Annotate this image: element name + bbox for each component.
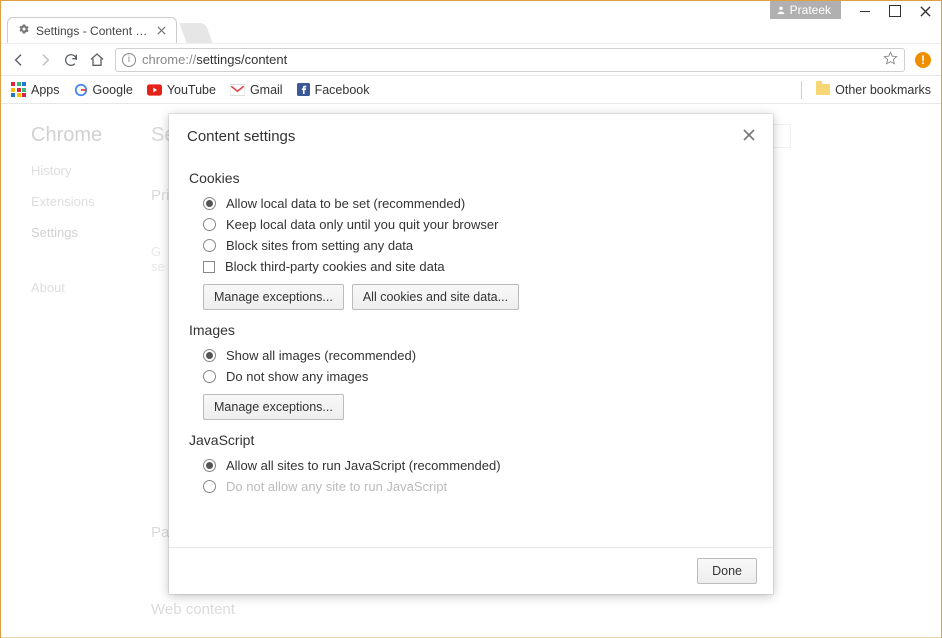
tab-strip: Settings - Content settin	[7, 17, 209, 43]
other-bookmarks[interactable]: Other bookmarks	[816, 83, 931, 97]
star-icon	[883, 51, 898, 66]
site-info-icon[interactable]: i	[122, 53, 136, 67]
tab-title: Settings - Content settin	[36, 24, 151, 38]
tab-close-button[interactable]	[157, 24, 166, 38]
alert-badge-icon[interactable]: !	[915, 52, 931, 68]
cookies-all-data-button[interactable]: All cookies and site data...	[352, 284, 519, 310]
cookies-heading: Cookies	[189, 170, 753, 186]
bookmarks-separator	[801, 81, 802, 99]
dialog-title: Content settings	[187, 128, 295, 145]
radio-icon	[203, 349, 216, 362]
javascript-heading: JavaScript	[189, 432, 753, 448]
radio-icon	[203, 239, 216, 252]
google-icon	[74, 83, 88, 97]
dialog-body[interactable]: Cookies Allow local data to be set (reco…	[169, 151, 773, 547]
bookmark-gmail[interactable]: Gmail	[230, 83, 283, 97]
section-javascript: JavaScript Allow all sites to run JavaSc…	[189, 432, 753, 494]
window-titlebar: Prateek Settings - Content settin	[1, 1, 941, 43]
arrow-right-icon	[37, 52, 53, 68]
radio-icon	[203, 459, 216, 472]
close-icon	[157, 26, 166, 35]
images-heading: Images	[189, 322, 753, 338]
address-bar[interactable]: i chrome://settings/content	[115, 48, 905, 72]
reload-button[interactable]	[63, 52, 79, 68]
modal-overlay: Content settings Cookies Allow local dat…	[1, 104, 941, 638]
cookies-radio-allow[interactable]: Allow local data to be set (recommended)	[203, 196, 753, 211]
images-manage-exceptions-button[interactable]: Manage exceptions...	[203, 394, 344, 420]
tab-settings-content[interactable]: Settings - Content settin	[7, 17, 177, 43]
apps-grid-icon	[11, 82, 26, 97]
bookmark-star-button[interactable]	[883, 51, 898, 69]
arrow-left-icon	[11, 52, 27, 68]
bookmark-facebook[interactable]: Facebook	[297, 83, 370, 97]
new-tab-button[interactable]	[179, 23, 212, 43]
profile-name: Prateek	[790, 3, 831, 17]
radio-icon	[203, 197, 216, 210]
forward-button[interactable]	[37, 52, 53, 68]
dialog-header: Content settings	[169, 114, 773, 151]
facebook-icon	[297, 83, 310, 96]
cookies-radio-keep-until-quit[interactable]: Keep local data only until you quit your…	[203, 217, 753, 232]
bookmarks-bar: Apps Google YouTube Gmail Facebook Other…	[1, 76, 941, 104]
javascript-radio-block[interactable]: Do not allow any site to run JavaScript	[203, 479, 753, 494]
bookmark-youtube[interactable]: YouTube	[147, 83, 216, 97]
radio-icon	[203, 370, 216, 383]
cookies-radio-block[interactable]: Block sites from setting any data	[203, 238, 753, 253]
url-text: chrome://settings/content	[142, 52, 877, 67]
close-icon	[920, 6, 931, 17]
close-window-button[interactable]	[919, 5, 931, 17]
radio-icon	[203, 480, 216, 493]
images-radio-hide[interactable]: Do not show any images	[203, 369, 753, 384]
radio-icon	[203, 218, 216, 231]
section-cookies: Cookies Allow local data to be set (reco…	[189, 170, 753, 310]
home-icon	[89, 52, 105, 68]
reload-icon	[63, 52, 79, 68]
content-area: Chrome History Extensions Settings About…	[1, 104, 941, 638]
dialog-footer: Done	[169, 547, 773, 594]
done-button[interactable]: Done	[697, 558, 757, 584]
user-icon	[776, 5, 786, 15]
images-radio-show[interactable]: Show all images (recommended)	[203, 348, 753, 363]
cookies-checkbox-block-thirdparty[interactable]: Block third-party cookies and site data	[203, 259, 753, 274]
content-settings-dialog: Content settings Cookies Allow local dat…	[169, 114, 773, 594]
close-icon	[743, 129, 755, 141]
folder-icon	[816, 84, 830, 95]
apps-label: Apps	[31, 83, 60, 97]
youtube-icon	[147, 84, 162, 96]
bookmark-google[interactable]: Google	[74, 83, 133, 97]
profile-chip[interactable]: Prateek	[770, 1, 841, 19]
back-button[interactable]	[11, 52, 27, 68]
maximize-button[interactable]	[889, 5, 901, 17]
window-controls	[859, 5, 931, 17]
dialog-close-button[interactable]	[743, 129, 755, 144]
minimize-button[interactable]	[859, 5, 871, 17]
gmail-icon	[230, 84, 245, 96]
javascript-radio-allow[interactable]: Allow all sites to run JavaScript (recom…	[203, 458, 753, 473]
apps-shortcut[interactable]: Apps	[11, 82, 60, 97]
checkbox-icon	[203, 261, 215, 273]
cookies-manage-exceptions-button[interactable]: Manage exceptions...	[203, 284, 344, 310]
gear-icon	[18, 23, 30, 38]
toolbar: i chrome://settings/content !	[1, 43, 941, 76]
section-images: Images Show all images (recommended) Do …	[189, 322, 753, 420]
home-button[interactable]	[89, 52, 105, 68]
